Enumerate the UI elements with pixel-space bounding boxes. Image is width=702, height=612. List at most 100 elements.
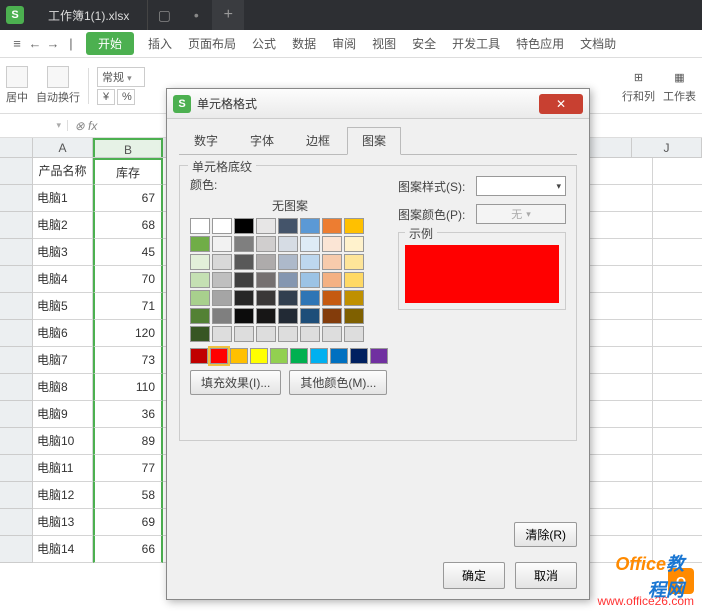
cell-a[interactable]: 电脑9: [33, 401, 93, 428]
cell-b[interactable]: 70: [93, 266, 163, 293]
cell-a[interactable]: 电脑4: [33, 266, 93, 293]
row-header[interactable]: [0, 320, 33, 347]
tab-insert[interactable]: 插入: [140, 35, 180, 52]
tab-view[interactable]: 视图: [364, 35, 404, 52]
cell-a[interactable]: 电脑7: [33, 347, 93, 374]
color-swatch[interactable]: [190, 272, 210, 288]
pattern-color-combo[interactable]: 无▾: [476, 204, 566, 224]
color-swatch[interactable]: [190, 236, 210, 252]
color-swatch[interactable]: [212, 218, 232, 234]
color-swatch[interactable]: [234, 218, 254, 234]
tab-data[interactable]: 数据: [284, 35, 324, 52]
cell-b[interactable]: 45: [93, 239, 163, 266]
standard-swatch[interactable]: [190, 348, 208, 364]
tab-number[interactable]: 数字: [179, 127, 233, 154]
tab-special[interactable]: 特色应用: [508, 35, 572, 52]
standard-swatch[interactable]: [310, 348, 328, 364]
pattern-style-combo[interactable]: ▾: [476, 176, 566, 196]
cell-a[interactable]: 电脑14: [33, 536, 93, 563]
more-colors-button[interactable]: 其他颜色(M)...: [289, 370, 387, 395]
color-swatch[interactable]: [322, 290, 342, 306]
color-swatch[interactable]: [278, 254, 298, 270]
cell-b[interactable]: 89: [93, 428, 163, 455]
cell-b[interactable]: 110: [93, 374, 163, 401]
tab-formula[interactable]: 公式: [244, 35, 284, 52]
row-header[interactable]: [0, 347, 33, 374]
cell-a[interactable]: 电脑2: [33, 212, 93, 239]
percent-icon[interactable]: %: [117, 89, 135, 105]
tab-pagelayout[interactable]: 页面布局: [180, 35, 244, 52]
swatch-none[interactable]: [190, 218, 210, 234]
color-swatch[interactable]: [234, 254, 254, 270]
standard-swatch[interactable]: [330, 348, 348, 364]
color-swatch[interactable]: [190, 290, 210, 306]
cell-a[interactable]: 电脑10: [33, 428, 93, 455]
cell-b-header[interactable]: 库存: [93, 158, 163, 185]
color-swatch[interactable]: [300, 290, 320, 306]
ok-button[interactable]: 确定: [443, 562, 505, 589]
color-swatch[interactable]: [256, 326, 276, 342]
cell-a[interactable]: 电脑6: [33, 320, 93, 347]
cell-a[interactable]: 电脑11: [33, 455, 93, 482]
cell-b[interactable]: 67: [93, 185, 163, 212]
color-swatch[interactable]: [278, 218, 298, 234]
tab-border[interactable]: 边框: [291, 127, 345, 154]
color-swatch[interactable]: [212, 272, 232, 288]
color-swatch[interactable]: [344, 236, 364, 252]
tab-doc[interactable]: 文档助: [572, 35, 624, 52]
color-swatch[interactable]: [256, 218, 276, 234]
color-swatch[interactable]: [190, 326, 210, 342]
color-swatch[interactable]: [278, 326, 298, 342]
row-header[interactable]: [0, 212, 33, 239]
tab-review[interactable]: 审阅: [324, 35, 364, 52]
new-tab-button[interactable]: +: [212, 0, 244, 30]
fx-icon[interactable]: ⊗ fx: [68, 119, 104, 133]
color-swatch[interactable]: [212, 308, 232, 324]
toolbar-wrap-group[interactable]: 自动换行: [36, 66, 80, 105]
row-header[interactable]: [0, 374, 33, 401]
row-header[interactable]: [0, 293, 33, 320]
tab-font[interactable]: 字体: [235, 127, 289, 154]
standard-swatch[interactable]: [230, 348, 248, 364]
color-swatch[interactable]: [300, 272, 320, 288]
cell-b[interactable]: 77: [93, 455, 163, 482]
row-header[interactable]: [0, 158, 33, 185]
cell-a[interactable]: 电脑13: [33, 509, 93, 536]
color-swatch[interactable]: [234, 308, 254, 324]
row-header[interactable]: [0, 509, 33, 536]
tab-pattern[interactable]: 图案: [347, 127, 401, 155]
cell-b[interactable]: 120: [93, 320, 163, 347]
color-swatch[interactable]: [322, 272, 342, 288]
color-swatch[interactable]: [344, 326, 364, 342]
cell-b[interactable]: 71: [93, 293, 163, 320]
fill-effects-button[interactable]: 填充效果(I)...: [190, 370, 281, 395]
color-swatch[interactable]: [256, 290, 276, 306]
color-swatch[interactable]: [278, 272, 298, 288]
cell-a[interactable]: 电脑1: [33, 185, 93, 212]
dialog-close-button[interactable]: ✕: [539, 94, 583, 114]
color-swatch[interactable]: [278, 290, 298, 306]
cell-b[interactable]: 36: [93, 401, 163, 428]
col-header-b[interactable]: B: [93, 138, 163, 157]
file-tab[interactable]: 工作簿1(1).xlsx: [30, 0, 148, 30]
name-box[interactable]: ▾: [0, 120, 68, 131]
color-swatch[interactable]: [256, 272, 276, 288]
color-swatch[interactable]: [344, 218, 364, 234]
tab-devtools[interactable]: 开发工具: [444, 35, 508, 52]
row-header[interactable]: [0, 536, 33, 563]
color-swatch[interactable]: [234, 236, 254, 252]
color-swatch[interactable]: [212, 236, 232, 252]
cell-a[interactable]: 电脑3: [33, 239, 93, 266]
standard-swatch[interactable]: [210, 348, 228, 364]
back-icon[interactable]: ←: [26, 36, 44, 51]
number-format-combo[interactable]: 常规 ▾: [97, 67, 145, 87]
color-swatch[interactable]: [278, 308, 298, 324]
toolbar-sheet[interactable]: ▦ 工作表: [663, 67, 696, 104]
color-swatch[interactable]: [234, 290, 254, 306]
cell-b[interactable]: 66: [93, 536, 163, 563]
color-swatch[interactable]: [256, 254, 276, 270]
color-swatch[interactable]: [344, 308, 364, 324]
color-swatch[interactable]: [322, 236, 342, 252]
color-swatch[interactable]: [344, 290, 364, 306]
color-swatch[interactable]: [234, 272, 254, 288]
